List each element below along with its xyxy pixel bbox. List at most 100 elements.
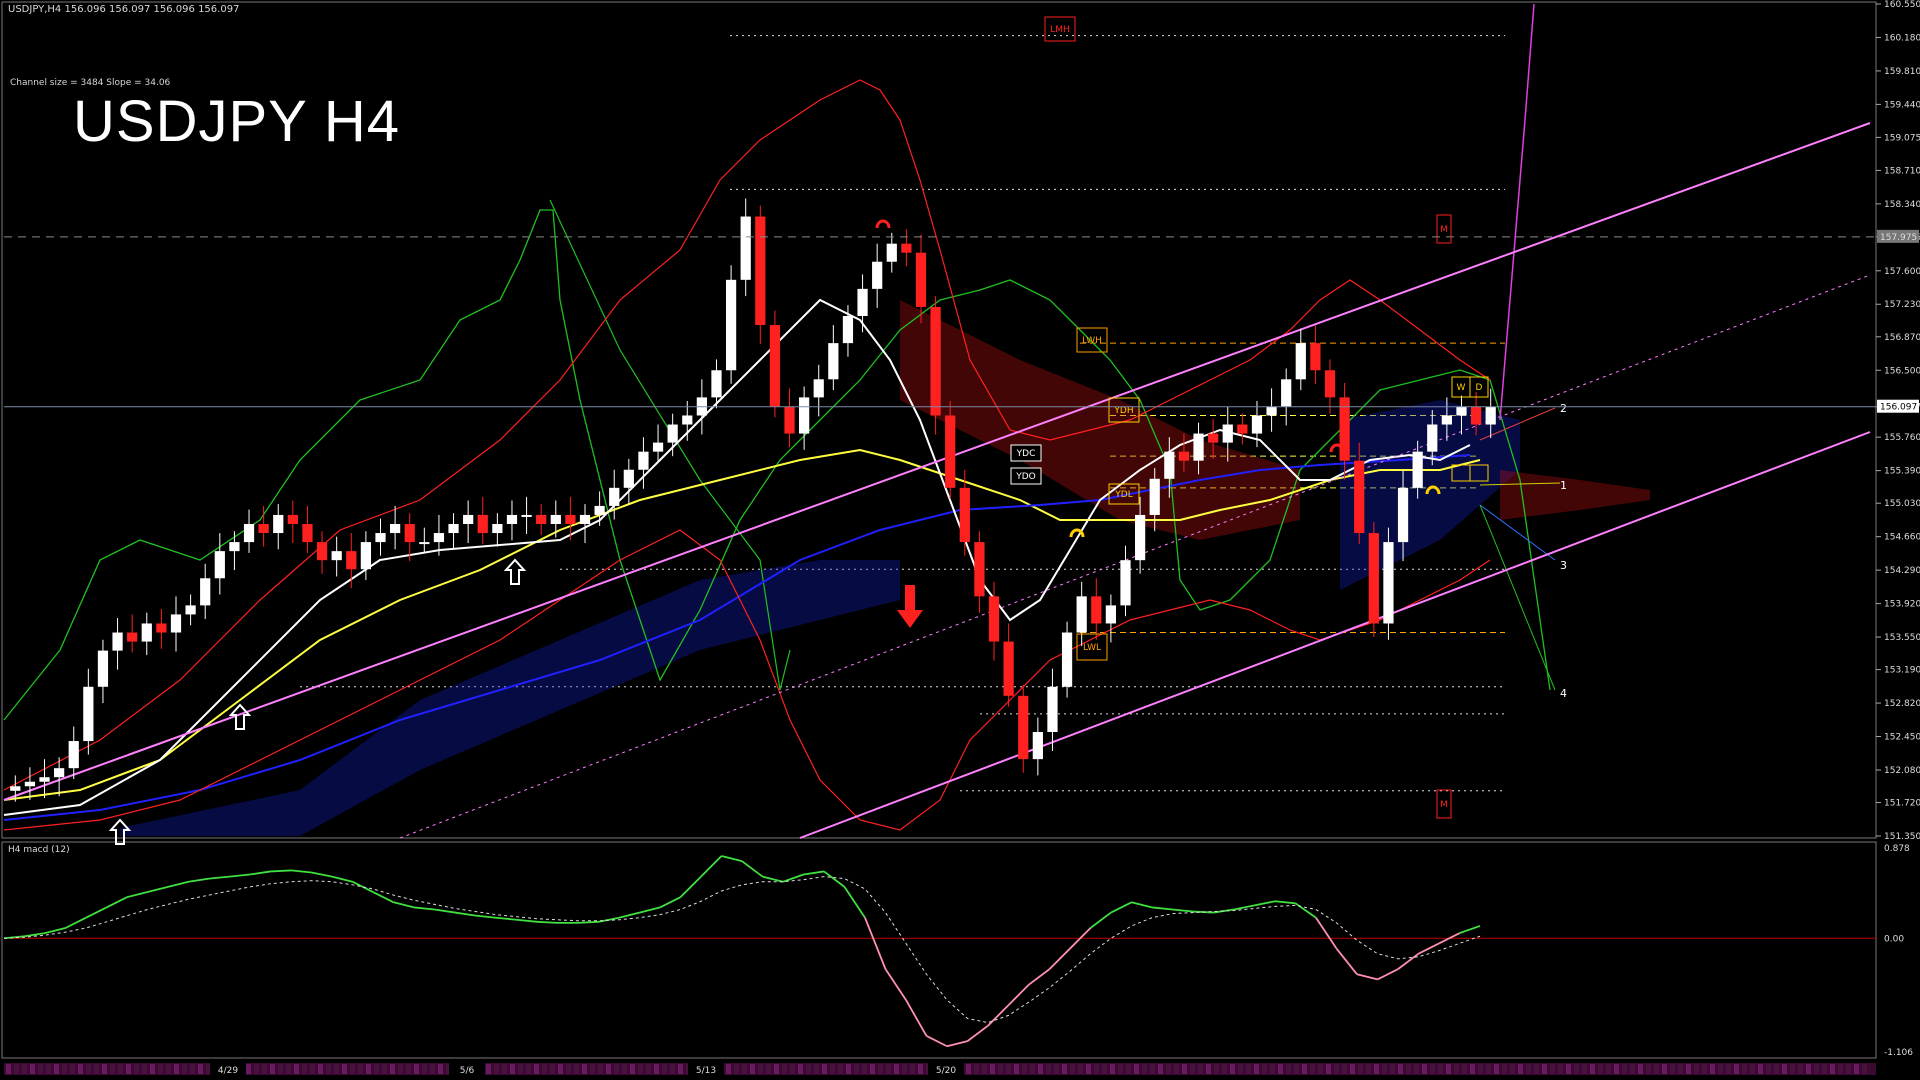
bull-candle: [54, 768, 65, 778]
date-strip-tick: [878, 1064, 883, 1074]
date-strip-tick: [398, 1064, 403, 1074]
bear-candle: [1237, 424, 1248, 434]
macd-label: H4 macd (12): [8, 845, 70, 855]
price-tick-label: 155.030: [1884, 499, 1920, 509]
bear-candle: [565, 514, 576, 524]
date-strip-tick: [1174, 1064, 1179, 1074]
bear-candle: [784, 406, 795, 434]
date-strip-tick: [574, 1064, 579, 1074]
date-strip-tick: [1006, 1064, 1011, 1074]
date-strip-tick: [278, 1064, 283, 1074]
current-price-label: 156.097: [1880, 403, 1917, 413]
level-box-label: YDO: [1015, 472, 1036, 482]
date-strip-tick: [1790, 1064, 1795, 1074]
date-strip-tick: [326, 1064, 331, 1074]
date-strip-tick: [118, 1064, 123, 1074]
level-box-label: YDC: [1016, 449, 1036, 459]
date-strip-tick: [622, 1064, 627, 1074]
date-strip-tick: [1710, 1064, 1715, 1074]
date-strip-tick: [126, 1064, 131, 1074]
bull-candle: [1251, 415, 1263, 434]
date-strip-tick: [1182, 1064, 1187, 1074]
bull-candle: [1412, 451, 1423, 488]
bull-candle: [229, 542, 240, 552]
date-strip-tick: [1462, 1064, 1467, 1074]
date-strip-tick: [374, 1064, 379, 1074]
bear-candle: [316, 542, 328, 561]
date-strip-tick: [30, 1064, 35, 1074]
date-strip-tick: [1030, 1064, 1035, 1074]
date-strip-tick: [1238, 1064, 1243, 1074]
date-strip-tick: [1566, 1064, 1571, 1074]
date-strip-tick: [1478, 1064, 1483, 1074]
symbol-header: USDJPY,H4 156.096 156.097 156.096 156.09…: [8, 4, 240, 15]
date-strip-tick: [414, 1064, 419, 1074]
price-tick-label: 154.290: [1884, 566, 1920, 576]
date-strip-tick: [294, 1064, 299, 1074]
date-strip-tick: [1270, 1064, 1275, 1074]
date-strip-tick: [1246, 1064, 1251, 1074]
bear-candle: [1208, 433, 1219, 443]
bull-candle: [623, 469, 634, 488]
price-chart[interactable]: 1 2 3 4 LMH LWH YDH YDC YDO YDL LWL W D M M 160.550 16…: [0, 0, 1920, 1080]
bear-candle: [755, 216, 766, 326]
date-strip-tick: [1038, 1064, 1043, 1074]
bear-candle: [930, 306, 941, 416]
level-box-label: M: [1440, 800, 1448, 810]
bear-candle: [988, 596, 1000, 642]
date-strip-tick: [558, 1064, 563, 1074]
date-strip-tick: [1430, 1064, 1435, 1074]
bull-candle: [200, 578, 211, 606]
date-strip-tick: [774, 1064, 779, 1074]
date-strip-tick: [814, 1064, 819, 1074]
macd-tick-label: -1.106: [1884, 1048, 1913, 1058]
bull-candle: [1222, 424, 1233, 443]
date-strip-tick: [910, 1064, 915, 1074]
price-tick-label: 151.350: [1884, 832, 1920, 842]
price-tick-label: 153.920: [1884, 600, 1920, 610]
bull-candle: [1105, 605, 1117, 624]
price-tick-label: 159.075: [1884, 133, 1920, 143]
date-strip-tick: [1446, 1064, 1451, 1074]
date-strip-tick: [6, 1064, 11, 1074]
date-strip-tick: [646, 1064, 651, 1074]
bull-candle: [506, 514, 518, 524]
level-box-label: LWL: [1083, 643, 1101, 653]
date-strip-tick: [1534, 1064, 1539, 1074]
date-strip-tick: [1758, 1064, 1763, 1074]
date-strip-tick: [1166, 1064, 1171, 1074]
date-strip-tick: [1750, 1064, 1755, 1074]
level-box-label: M: [1440, 225, 1448, 235]
bull-candle: [214, 551, 225, 579]
bull-candle: [68, 741, 79, 769]
bear-candle: [156, 623, 167, 633]
date-strip-tick: [1606, 1064, 1611, 1074]
date-strip-tick: [1158, 1064, 1163, 1074]
date-strip-tick: [1390, 1064, 1395, 1074]
bear-candle: [1178, 451, 1190, 461]
date-strip-tick: [1830, 1064, 1835, 1074]
level-box-label: W: [1457, 383, 1466, 393]
date-strip-tick: [1198, 1064, 1203, 1074]
date-strip-tick: [1142, 1064, 1147, 1074]
bull-candle: [813, 379, 824, 398]
bull-candle: [550, 514, 561, 524]
date-strip-tick: [918, 1064, 923, 1074]
date-strip-tick: [1502, 1064, 1507, 1074]
price-tick-label: 155.760: [1884, 433, 1920, 443]
date-strip-tick: [150, 1064, 155, 1074]
date-strip-tick: [1398, 1064, 1403, 1074]
date-strip-tick: [1454, 1064, 1459, 1074]
date-strip-tick: [766, 1064, 771, 1074]
date-strip-tick: [1726, 1064, 1731, 1074]
macd-main-segment: [577, 920, 599, 924]
date-strip-tick: [654, 1064, 659, 1074]
bull-candle: [389, 524, 401, 534]
bear-candle: [536, 514, 547, 524]
date-strip-tick: [254, 1064, 259, 1074]
date-strip-tick: [1366, 1064, 1371, 1074]
date-strip-tick: [502, 1064, 507, 1074]
channel-label: 3: [1560, 559, 1567, 572]
date-strip-tick: [1382, 1064, 1387, 1074]
date-strip-tick: [1782, 1064, 1787, 1074]
